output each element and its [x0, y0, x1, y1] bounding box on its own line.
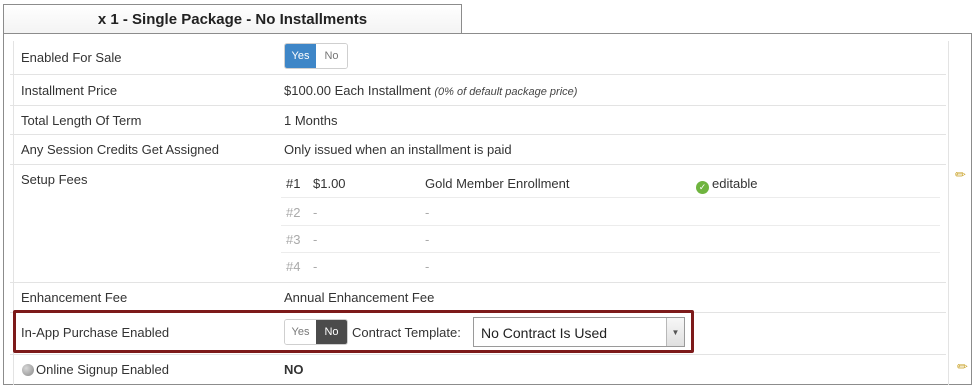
setup-fee-amount: -	[313, 259, 318, 274]
installment-price-note: (0% of default package price)	[434, 86, 578, 98]
in-app-purchase-yes-button[interactable]: Yes	[285, 320, 316, 344]
online-signup-label-text: Online Signup Enabled	[36, 362, 169, 377]
in-app-purchase-no-button[interactable]: No	[316, 320, 347, 344]
enabled-for-sale-no-button[interactable]: No	[316, 44, 347, 68]
package-tab-title: x 1 - Single Package - No Installments	[97, 11, 368, 28]
enabled-for-sale-toggle: Yes No	[284, 43, 348, 69]
session-credits-value: Only issued when an installment is paid	[284, 142, 512, 157]
table-row-divider	[10, 164, 946, 165]
installment-price-label: Installment Price	[21, 83, 118, 98]
table-row-divider	[281, 225, 940, 226]
contract-template-value: No Contract Is Used	[481, 325, 608, 341]
table-row-divider	[10, 312, 946, 313]
package-tab[interactable]: x 1 - Single Package - No Installments	[3, 4, 462, 34]
installment-price-amount: $100.00 Each Installment	[284, 83, 431, 98]
enhancement-fee-label: Enhancement Fee	[21, 290, 128, 305]
table-row-divider	[281, 252, 940, 253]
in-app-purchase-label: In-App Purchase Enabled	[21, 325, 170, 340]
chevron-down-icon[interactable]: ▼	[666, 318, 684, 346]
enabled-for-sale-yes-button[interactable]: Yes	[285, 44, 316, 68]
setup-fee-name: -	[425, 205, 430, 220]
setup-fee-number: #4	[286, 259, 301, 274]
online-signup-value: NO	[284, 362, 304, 377]
setup-fee-number: #1	[286, 176, 301, 191]
check-circle-icon: ✓	[696, 181, 709, 194]
total-length-value: 1 Months	[284, 113, 338, 128]
enhancement-fee-value: Annual Enhancement Fee	[284, 290, 435, 305]
status-dot-icon	[22, 364, 34, 376]
table-row-divider	[10, 134, 946, 135]
setup-fees-label: Setup Fees	[21, 172, 88, 187]
contract-template-label: Contract Template:	[352, 325, 461, 340]
setup-fee-number: #3	[286, 232, 301, 247]
edit-pencil-icon[interactable]: ✏	[957, 359, 968, 375]
enabled-for-sale-label: Enabled For Sale	[21, 50, 122, 65]
table-row-divider	[10, 282, 946, 283]
setup-fee-status-text: editable	[712, 176, 758, 191]
table-row-divider	[10, 74, 946, 75]
setup-fee-amount: -	[313, 205, 318, 220]
setup-fee-name: -	[425, 232, 430, 247]
installment-price-value: $100.00 Each Installment (0% of default …	[284, 83, 577, 98]
setup-fee-name: Gold Member Enrollment	[425, 176, 570, 191]
edit-pencil-icon[interactable]: ✏	[955, 167, 966, 183]
table-row-divider	[10, 354, 946, 355]
session-credits-label: Any Session Credits Get Assigned	[21, 142, 219, 157]
table-row-divider	[281, 197, 940, 198]
setup-fee-amount: $1.00	[313, 176, 346, 191]
table-row-divider	[10, 105, 946, 106]
setup-fee-name: -	[425, 259, 430, 274]
in-app-purchase-toggle: Yes No	[284, 319, 348, 345]
total-length-label: Total Length Of Term	[21, 113, 142, 128]
setup-fee-status[interactable]: ✓ editable	[696, 176, 758, 194]
contract-template-select[interactable]: No Contract Is Used ▼	[473, 317, 685, 347]
setup-fee-number: #2	[286, 205, 301, 220]
online-signup-label: Online Signup Enabled	[22, 362, 169, 377]
setup-fee-amount: -	[313, 232, 318, 247]
